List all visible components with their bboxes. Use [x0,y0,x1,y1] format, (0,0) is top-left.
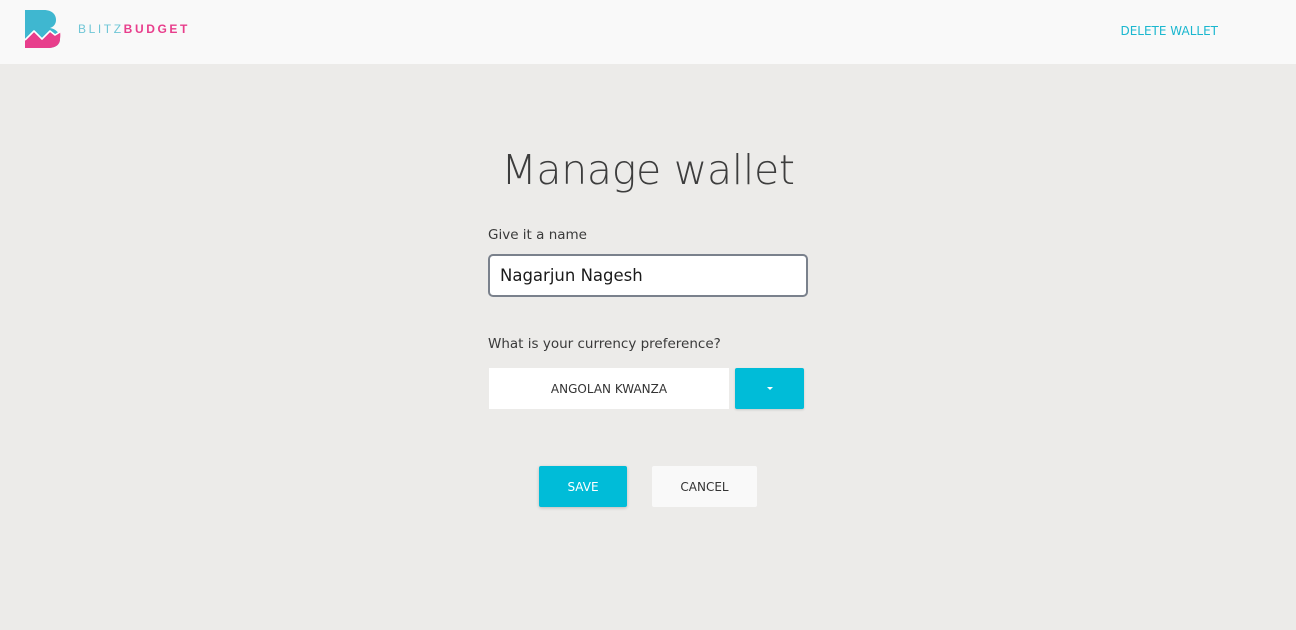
currency-selected-value: ANGOLAN KWANZA [489,368,729,409]
delete-wallet-link[interactable]: DELETE WALLET [1120,24,1218,38]
brand-name-bold: BUDGET [123,22,190,36]
brand-name-light: BLITZ [78,22,124,36]
top-navbar: BLITZ BUDGET DELETE WALLET [0,0,1296,64]
currency-dropdown-button[interactable] [735,368,804,409]
cancel-button[interactable]: CANCEL [652,466,757,507]
caret-down-icon [766,387,773,390]
brand-logo[interactable]: BLITZ BUDGET [24,10,190,48]
blitzbudget-logo-icon [24,10,61,48]
save-button[interactable]: SAVE [539,466,627,507]
wallet-name-input[interactable] [488,254,808,297]
brand-name: BLITZ BUDGET [78,23,190,35]
currency-label: What is your currency preference? [488,336,721,352]
wallet-name-label: Give it a name [488,227,587,243]
page-title: Manage wallet [501,146,795,194]
